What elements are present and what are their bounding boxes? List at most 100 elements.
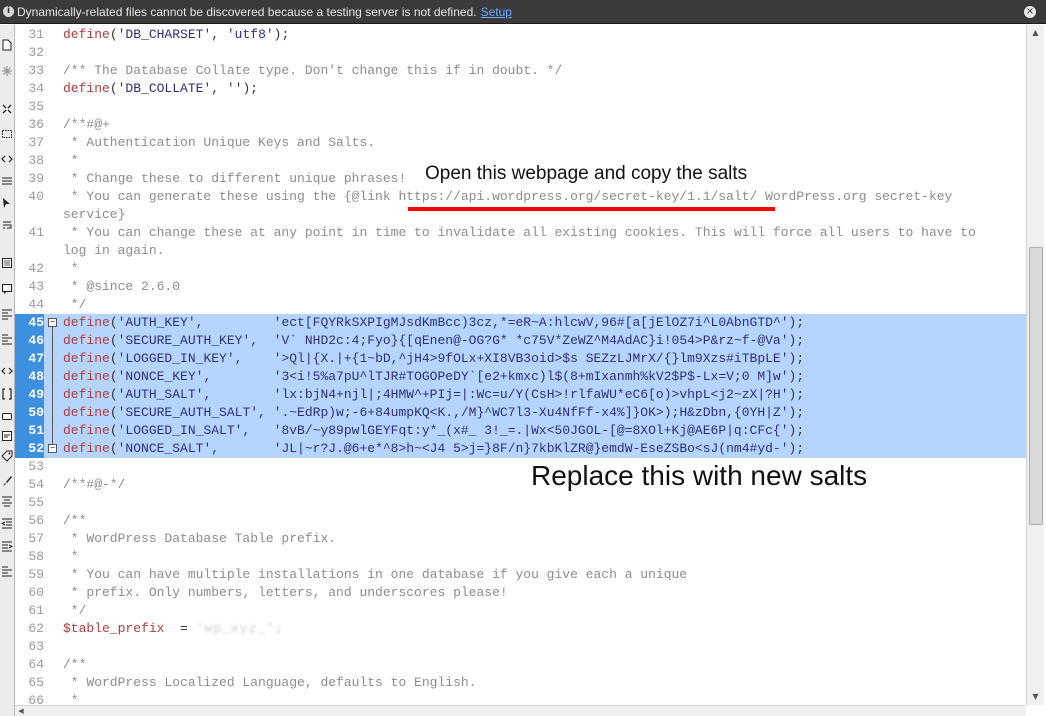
code-token: */ xyxy=(63,297,87,312)
scroll-left-icon[interactable]: ◀ xyxy=(15,706,27,716)
selected-code-line[interactable]: 50 define('SECURE_AUTH_SALT', '.~EdRp)w;-… xyxy=(15,404,1026,422)
list-icon[interactable] xyxy=(1,257,13,269)
code-token: log in again. xyxy=(63,243,165,258)
line-icon[interactable] xyxy=(1,175,13,187)
code-line[interactable]: 66 * xyxy=(15,692,1026,705)
line-number: 57 xyxy=(28,531,44,546)
code-icon[interactable] xyxy=(1,365,13,377)
format-icon[interactable] xyxy=(1,333,13,345)
code-text: define('SECURE_AUTH_KEY', 'V` NHD2c:4;Fy… xyxy=(63,332,804,350)
code-token: * prefix. Only numbers, letters, and und… xyxy=(63,585,508,600)
format-icon[interactable] xyxy=(1,565,13,577)
code-token: ( xyxy=(109,369,118,384)
code-line[interactable]: 32 xyxy=(15,44,1026,62)
vertical-scrollbar[interactable]: ▲ ▼ xyxy=(1026,25,1044,705)
code-line[interactable]: 53 xyxy=(15,458,1026,476)
code-line[interactable]: 43 * @since 2.6.0 xyxy=(15,278,1026,296)
code-line[interactable]: 60 * prefix. Only numbers, letters, and … xyxy=(15,584,1026,602)
code-line[interactable]: 63 xyxy=(15,638,1026,656)
code-token: * You can generate these using the {@lin… xyxy=(63,189,953,204)
code-line[interactable]: 61 */ xyxy=(15,602,1026,620)
code-line[interactable]: 40 * You can generate these using the {@… xyxy=(15,188,1026,206)
code-line[interactable]: 58 * xyxy=(15,548,1026,566)
select-icon[interactable] xyxy=(1,128,13,140)
comment-icon[interactable] xyxy=(1,283,13,295)
selected-code-line[interactable]: 47 define('LOGGED_IN_KEY', '>Ql|{X.|+{1~b… xyxy=(15,350,1026,368)
code-token: define xyxy=(63,387,110,402)
brush-icon[interactable] xyxy=(1,475,13,487)
code-line[interactable]: 59 * You can have multiple installations… xyxy=(15,566,1026,584)
horizontal-scrollbar[interactable]: ◀ xyxy=(15,705,1026,716)
block-icon[interactable] xyxy=(1,308,13,320)
scroll-up-icon[interactable]: ▲ xyxy=(1027,25,1044,41)
setup-link[interactable]: Setup xyxy=(481,5,512,19)
code-text: define('DB_COLLATE', ''); xyxy=(63,80,258,98)
code-line[interactable]: 36 /**#@+ xyxy=(15,116,1026,134)
line-number: 33 xyxy=(28,63,44,78)
code-editor[interactable]: 31 define('DB_CHARSET', 'utf8'); 32 33/** T… xyxy=(15,25,1026,705)
line-number: 59 xyxy=(28,567,44,582)
line-number: 43 xyxy=(28,279,44,294)
code-token: * You can change these at any point in t… xyxy=(63,225,976,240)
line-number: 34 xyxy=(28,81,44,96)
code-line[interactable]: 44 */ xyxy=(15,296,1026,314)
align-icon[interactable] xyxy=(1,495,13,507)
selected-code-line[interactable]: 51 define('LOGGED_IN_SALT', '8vB/~y89pwlG… xyxy=(15,422,1026,440)
line-number: 64 xyxy=(28,657,44,672)
tag-icon[interactable] xyxy=(1,450,13,462)
code-line[interactable]: 31 define('DB_CHARSET', 'utf8'); xyxy=(15,26,1026,44)
code-text: define('AUTH_KEY', 'ect[FQYRkSXPIgMJsdKm… xyxy=(63,314,804,332)
code-line[interactable]: 62 $table_prefix = 'wp_xyz_'; xyxy=(15,620,1026,638)
cursor-icon[interactable] xyxy=(1,197,13,209)
code-line[interactable]: 42 * xyxy=(15,260,1026,278)
code-line[interactable]: 56 /** xyxy=(15,512,1026,530)
code-line[interactable]: log in again. xyxy=(15,242,1026,260)
code-text: define('SECURE_AUTH_SALT', '.~EdRp)w;-6+… xyxy=(63,404,804,422)
code-line[interactable]: 41 * You can change these at any point i… xyxy=(15,224,1026,242)
code-line[interactable]: 65 * WordPress Localized Language, defau… xyxy=(15,674,1026,692)
code-line[interactable]: 37 * Authentication Unique Keys and Salt… xyxy=(15,134,1026,152)
line-number: 60 xyxy=(28,585,44,600)
expand-icon[interactable] xyxy=(1,103,13,115)
code-line[interactable]: 54 /**#@-*/ xyxy=(15,476,1026,494)
indent-right-icon[interactable] xyxy=(1,540,13,552)
code-token: ( xyxy=(109,441,118,456)
code-token: 'SECURE_AUTH_SALT', '.~EdRp)w;-6+84umpKQ… xyxy=(117,405,789,420)
code-token: , xyxy=(211,81,227,96)
code-token: ); xyxy=(788,369,805,384)
code-token: ); xyxy=(788,387,805,402)
close-icon[interactable]: × xyxy=(1024,6,1036,18)
code-line[interactable]: 64 /** xyxy=(15,656,1026,674)
document-icon[interactable] xyxy=(1,39,13,51)
selected-code-line[interactable]: 49 define('AUTH_SALT', 'lx:bjN4+njl|;4HMW… xyxy=(15,386,1026,404)
code-line[interactable]: 33 /** The Database Collate type. Don't c… xyxy=(15,62,1026,80)
chat-icon[interactable] xyxy=(1,411,13,423)
selected-code-line[interactable]: 46 define('SECURE_AUTH_KEY', 'V` NHD2c:4;… xyxy=(15,332,1026,350)
code-line[interactable]: 34 define('DB_COLLATE', ''); xyxy=(15,80,1026,98)
fold-toggle-icon[interactable]: − xyxy=(48,444,57,453)
line-number: 31 xyxy=(28,27,44,42)
code-icon[interactable] xyxy=(1,153,13,165)
code-line[interactable]: 55 xyxy=(15,494,1026,512)
code-text: /** xyxy=(63,512,86,530)
code-token: 'SECURE_AUTH_KEY', 'V` NHD2c:4;Fyo}{[qEn… xyxy=(117,333,789,348)
asterisk-icon[interactable] xyxy=(1,65,13,77)
code-token: /**#@-*/ xyxy=(63,477,126,492)
selected-code-line[interactable]: 45 define('AUTH_KEY', 'ect[FQYRkSXPIgMJsd… xyxy=(15,314,1026,332)
fold-toggle-icon[interactable]: − xyxy=(48,318,57,327)
code-token: define xyxy=(63,441,110,456)
line-number xyxy=(15,206,44,224)
selected-code-line[interactable]: 48 define('NONCE_KEY', '3<i!5%a7pU^lTJR#T… xyxy=(15,368,1026,386)
brackets-icon[interactable] xyxy=(1,388,13,400)
scroll-down-icon[interactable]: ▼ xyxy=(1027,689,1044,705)
line-number: 50 xyxy=(15,404,44,422)
wrap-icon[interactable] xyxy=(1,220,13,232)
indent-left-icon[interactable] xyxy=(1,517,13,529)
snippet-icon[interactable] xyxy=(1,430,13,442)
selected-code-line[interactable]: 52 define('NONCE_SALT', 'JL|~r?J.@6+e*^8>… xyxy=(15,440,1026,458)
code-line[interactable]: 57 * WordPress Database Table prefix. xyxy=(15,530,1026,548)
code-token: * WordPress Localized Language, defaults… xyxy=(63,675,477,690)
code-token: ); xyxy=(242,81,259,96)
code-line[interactable]: 35 xyxy=(15,98,1026,116)
scroll-thumb[interactable] xyxy=(1029,247,1043,525)
